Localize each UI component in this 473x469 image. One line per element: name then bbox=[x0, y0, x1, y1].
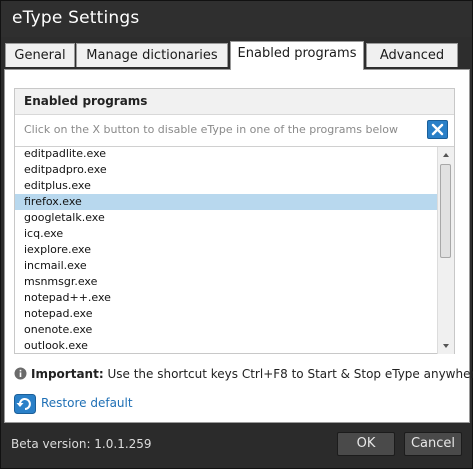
important-label: Important: bbox=[31, 367, 104, 381]
list-item[interactable]: notepad.exe bbox=[15, 306, 437, 322]
window-title: eType Settings bbox=[12, 8, 140, 28]
settings-window: eType Settings General Manage dictionari… bbox=[0, 0, 473, 469]
list-item-selected[interactable]: firefox.exe bbox=[15, 194, 437, 210]
ok-button[interactable]: OK bbox=[337, 432, 395, 456]
tab-enabled-programs[interactable]: Enabled programs bbox=[230, 41, 364, 70]
group-title: Enabled programs bbox=[24, 94, 148, 108]
info-icon bbox=[14, 367, 27, 380]
list-item[interactable]: onenote.exe bbox=[15, 322, 437, 338]
important-text: Use the shortcut keys Ctrl+F8 to Start &… bbox=[107, 367, 473, 381]
scroll-up-button[interactable] bbox=[438, 147, 454, 163]
tab-bar: General Manage dictionaries Enabled prog… bbox=[4, 41, 470, 70]
list-item[interactable]: incmail.exe bbox=[15, 258, 437, 274]
list-item[interactable]: editpadlite.exe bbox=[15, 147, 437, 162]
disable-program-button[interactable] bbox=[427, 120, 448, 139]
restore-icon bbox=[14, 394, 36, 414]
scroll-down-button[interactable] bbox=[438, 338, 454, 354]
tab-manage-dictionaries[interactable]: Manage dictionaries bbox=[76, 43, 228, 67]
important-note: Important: Use the shortcut keys Ctrl+F8… bbox=[14, 367, 473, 381]
tab-panel: Enabled programs Click on the X button t… bbox=[4, 69, 473, 423]
tab-advanced[interactable]: Advanced bbox=[366, 43, 458, 67]
footer-bar: Beta version: 1.0.1.259 OK Cancel bbox=[1, 423, 472, 468]
tab-general[interactable]: General bbox=[5, 43, 75, 67]
cancel-button[interactable]: Cancel bbox=[404, 432, 462, 456]
scroll-thumb[interactable] bbox=[440, 164, 451, 258]
enabled-programs-group: Enabled programs Click on the X button t… bbox=[14, 88, 455, 354]
list-item[interactable]: notepad++.exe bbox=[15, 290, 437, 306]
restore-default-label: Restore default bbox=[41, 396, 133, 410]
list-item[interactable]: outlook.exe bbox=[15, 338, 437, 354]
close-icon bbox=[431, 123, 444, 136]
version-text: Beta version: 1.0.1.259 bbox=[11, 437, 152, 451]
chevron-up-icon bbox=[443, 153, 449, 157]
list-scrollbar[interactable] bbox=[437, 147, 454, 354]
list-item[interactable]: icq.exe bbox=[15, 226, 437, 242]
program-list[interactable]: editpadlite.exe editpadpro.exe editplus.… bbox=[15, 146, 454, 354]
list-item[interactable]: googletalk.exe bbox=[15, 210, 437, 226]
hint-text: Click on the X button to disable eType i… bbox=[24, 123, 398, 136]
chevron-down-icon bbox=[443, 344, 449, 348]
list-item[interactable]: editpadpro.exe bbox=[15, 162, 437, 178]
list-item[interactable]: iexplore.exe bbox=[15, 242, 437, 258]
title-bar[interactable]: eType Settings bbox=[1, 1, 472, 37]
group-header: Enabled programs bbox=[15, 89, 454, 115]
list-item[interactable]: msnmsgr.exe bbox=[15, 274, 437, 290]
list-item[interactable]: editplus.exe bbox=[15, 178, 437, 194]
